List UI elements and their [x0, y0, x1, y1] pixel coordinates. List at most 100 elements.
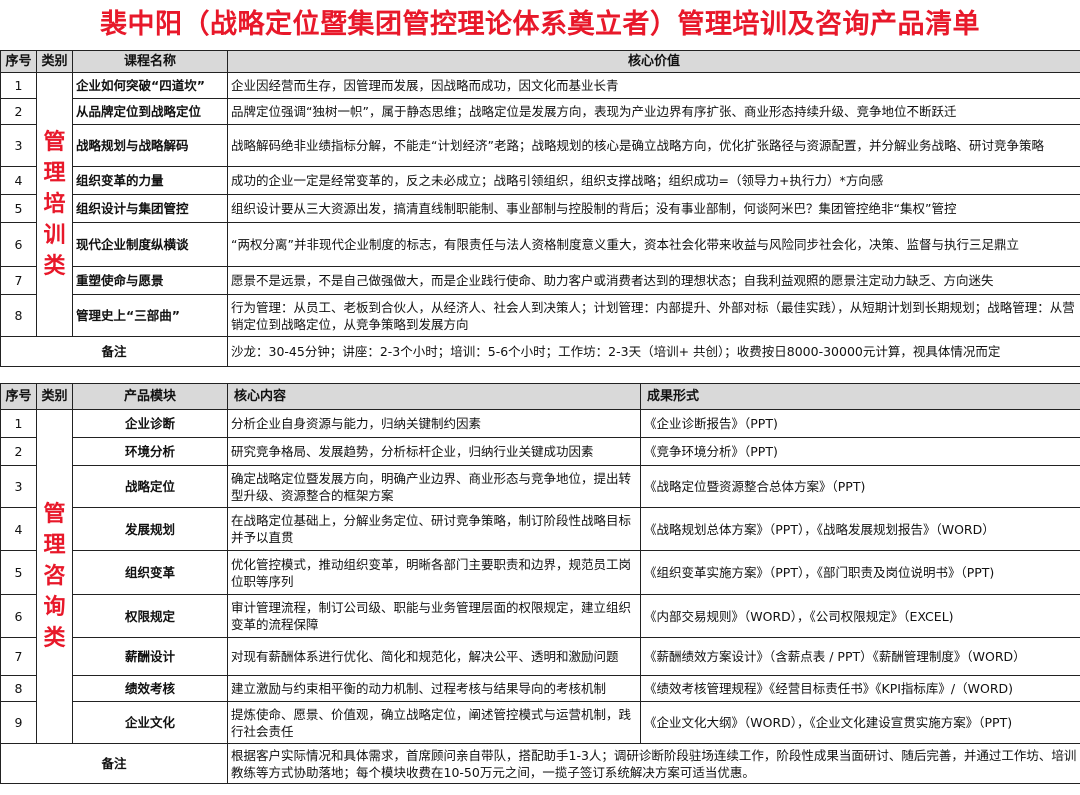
table-row: 5 组织变革 优化管控模式，推动组织变革，明晰各部门主要职责和边界，规范员工岗位…	[0, 550, 1080, 595]
table-row: 8 绩效考核 建立激励与约束相平衡的动力机制、过程考核与结果导向的考核机制 《绩…	[0, 675, 1080, 702]
row-no: 1	[0, 409, 37, 438]
table-row: 5 组织设计与集团管控 组织设计要从三大资源出发，搞清直线制职能制、事业部制与控…	[0, 194, 1080, 223]
category-char: 理	[43, 533, 66, 558]
module-content: 确定战略定位暨发展方向，明确产业边界、商业形态与竞争地位，提出转型升级、资源整合…	[227, 465, 641, 508]
table-row: 3 战略定位 确定战略定位暨发展方向，明确产业边界、商业形态与竞争地位，提出转型…	[0, 465, 1080, 508]
table-row: 7 薪酬设计 对现有薪酬体系进行优化、简化和规范化，解决公平、透明和激励问题 《…	[0, 637, 1080, 676]
page-title: 裴中阳（战略定位暨集团管控理论体系奠立者）管理培训及咨询产品清单	[100, 9, 980, 40]
training-table: 序号 类别 课程名称 核心价值 1 管 理 培 训 类 企业如何突破“四道坎” …	[0, 50, 1080, 367]
module-content: 审计管理流程，制订公司级、职能与业务管理层面的权限规定，建立组织变革的流程保障	[227, 594, 641, 638]
module-name: 权限规定	[72, 594, 228, 638]
course-name: 重塑使命与愿景	[72, 266, 228, 295]
note-text: 沙龙：30-45分钟；讲座：2-3个小时；培训：5-6个小时；工作坊：2-3天（…	[227, 336, 1080, 367]
consulting-table: 序号 类别 产品模块 核心内容 成果形式 1 管 理 咨 询 类 企业诊断 分析…	[0, 383, 1080, 784]
module-result: 《绩效考核管理规程》《经营目标责任书》《KPI指标库》/（WORD)	[640, 675, 1080, 702]
table-row: 4 组织变革的力量 成功的企业一定是经常变革的，反之未必成立；战略引领组织，组织…	[0, 166, 1080, 195]
course-value: “两权分离”并非现代企业制度的标志，有限责任与法人资格制度意义重大，资本社会化带…	[227, 222, 1080, 267]
category-cell: 管 理 培 训 类	[36, 72, 73, 337]
table-row: 6 现代企业制度纵横谈 “两权分离”并非现代企业制度的标志，有限责任与法人资格制…	[0, 222, 1080, 267]
course-value: 企业因经营而生存，因管理而发展，因战略而成功，因文化而基业长青	[227, 72, 1080, 99]
course-name: 现代企业制度纵横谈	[72, 222, 228, 267]
row-no: 9	[0, 701, 37, 744]
category-char: 类	[43, 254, 66, 279]
category-char: 理	[43, 161, 66, 186]
col-header-result: 成果形式	[640, 383, 1080, 410]
row-no: 4	[0, 507, 37, 551]
course-name: 管理史上“三部曲”	[72, 294, 228, 337]
table-row: 1 管 理 培 训 类 企业如何突破“四道坎” 企业因经营而生存，因管理而发展，…	[0, 72, 1080, 337]
module-content: 建立激励与约束相平衡的动力机制、过程考核与结果导向的考核机制	[227, 675, 641, 702]
table-row: 4 发展规划 在战略定位基础上，分解业务定位、研讨竞争策略，制订阶段性战略目标并…	[0, 507, 1080, 551]
module-result: 《竞争环境分析》（PPT)	[640, 437, 1080, 466]
course-value: 成功的企业一定是经常变革的，反之未必成立；战略引领组织，组织支撑战略；组织成功=…	[227, 166, 1080, 195]
table-row: 7 重塑使命与愿景 愿景不是远景，不是自己做强做大，而是企业践行使命、助力客户或…	[0, 266, 1080, 295]
col-header-value: 核心价值	[227, 50, 1080, 73]
note-label: 备注	[0, 336, 228, 367]
module-name: 环境分析	[72, 437, 228, 466]
course-name: 企业如何突破“四道坎”	[72, 72, 228, 99]
module-name: 企业文化	[72, 701, 228, 744]
module-name: 绩效考核	[72, 675, 228, 702]
module-content: 提炼使命、愿景、价值观，确立战略定位，阐述管控模式与运营机制，践行社会责任	[227, 701, 641, 744]
course-value: 愿景不是远景，不是自己做强做大，而是企业践行使命、助力客户或消费者达到的理想状态…	[227, 266, 1080, 295]
table-row: 6 权限规定 审计管理流程，制订公司级、职能与业务管理层面的权限规定，建立组织变…	[0, 594, 1080, 638]
row-no: 1	[0, 72, 37, 99]
row-no: 2	[0, 437, 37, 466]
table-row: 2 环境分析 研究竞争格局、发展趋势，分析标杆企业，归纳行业关键成功因素 《竞争…	[0, 437, 1080, 466]
category-char: 类	[43, 626, 66, 651]
col-header-category: 类别	[36, 50, 73, 73]
row-no: 3	[0, 124, 37, 167]
row-no: 8	[0, 675, 37, 702]
module-result: 《战略定位暨资源整合总体方案》（PPT)	[640, 465, 1080, 508]
row-no: 7	[0, 266, 37, 295]
table-row: 9 企业文化 提炼使命、愿景、价值观，确立战略定位，阐述管控模式与运营机制，践行…	[0, 701, 1080, 744]
module-content: 研究竞争格局、发展趋势，分析标杆企业，归纳行业关键成功因素	[227, 437, 641, 466]
row-no: 5	[0, 194, 37, 223]
module-result: 《企业文化大纲》（WORD），《企业文化建设宣贯实施方案》（PPT)	[640, 701, 1080, 744]
course-value: 行为管理：从员工、老板到合伙人，从经济人、社会人到决策人；计划管理：内部提升、外…	[227, 294, 1080, 337]
training-note-row: 备注 沙龙：30-45分钟；讲座：2-3个小时；培训：5-6个小时；工作坊：2-…	[0, 336, 1080, 367]
course-name: 从品牌定位到战略定位	[72, 98, 228, 125]
category-char: 培	[43, 192, 66, 217]
col-header-module: 产品模块	[72, 383, 228, 410]
row-no: 2	[0, 98, 37, 125]
row-no: 6	[0, 222, 37, 267]
row-no: 6	[0, 594, 37, 638]
module-result: 《战略规划总体方案》（PPT），《战略发展规划报告》（WORD）	[640, 507, 1080, 551]
module-name: 企业诊断	[72, 409, 228, 438]
category-char: 管	[43, 502, 66, 527]
module-name: 发展规划	[72, 507, 228, 551]
course-name: 战略规划与战略解码	[72, 124, 228, 167]
module-result: 《薪酬绩效方案设计》（含薪点表 / PPT）《薪酬管理制度》（WORD）	[640, 637, 1080, 676]
module-content: 对现有薪酬体系进行优化、简化和规范化，解决公平、透明和激励问题	[227, 637, 641, 676]
category-char: 询	[43, 595, 66, 620]
module-content: 分析企业自身资源与能力，归纳关键制约因素	[227, 409, 641, 438]
course-value: 品牌定位强调“独树一帜”，属于静态思维；战略定位是发展方向，表现为产业边界有序扩…	[227, 98, 1080, 125]
col-header-category: 类别	[36, 383, 73, 410]
table-spacer	[0, 367, 1080, 383]
col-header-course: 课程名称	[72, 50, 228, 73]
module-name: 组织变革	[72, 550, 228, 595]
course-name: 组织变革的力量	[72, 166, 228, 195]
module-name: 战略定位	[72, 465, 228, 508]
training-header-row: 序号 类别 课程名称 核心价值	[0, 50, 1080, 73]
consulting-note-row: 备注 根据客户实际情况和具体需求，首席顾问亲自带队，搭配助手1-3人；调研诊断阶…	[0, 743, 1080, 784]
course-value: 战略解码绝非业绩指标分解，不能走“计划经济”老路；战略规划的核心是确立战略方向，…	[227, 124, 1080, 167]
row-no: 4	[0, 166, 37, 195]
row-no: 8	[0, 294, 37, 337]
row-no: 3	[0, 465, 37, 508]
note-text: 根据客户实际情况和具体需求，首席顾问亲自带队，搭配助手1-3人；调研诊断阶段驻场…	[227, 743, 1080, 784]
module-name: 薪酬设计	[72, 637, 228, 676]
module-result: 《组织变革实施方案》（PPT），《部门职责及岗位说明书》（PPT)	[640, 550, 1080, 595]
module-content: 优化管控模式，推动组织变革，明晰各部门主要职责和边界，规范员工岗位职等序列	[227, 550, 641, 595]
category-char: 管	[43, 130, 66, 155]
table-row: 3 战略规划与战略解码 战略解码绝非业绩指标分解，不能走“计划经济”老路；战略规…	[0, 124, 1080, 167]
category-char: 训	[43, 223, 66, 248]
note-label: 备注	[0, 743, 228, 784]
col-header-no: 序号	[0, 50, 37, 73]
module-result: 《内部交易规则》（WORD），《公司权限规定》（EXCEL)	[640, 594, 1080, 638]
category-cell: 管 理 咨 询 类	[36, 409, 73, 744]
table-row: 1 管 理 咨 询 类 企业诊断 分析企业自身资源与能力，归纳关键制约因素 《企…	[0, 409, 1080, 744]
module-content: 在战略定位基础上，分解业务定位、研讨竞争策略，制订阶段性战略目标并予以直贯	[227, 507, 641, 551]
course-name: 组织设计与集团管控	[72, 194, 228, 223]
